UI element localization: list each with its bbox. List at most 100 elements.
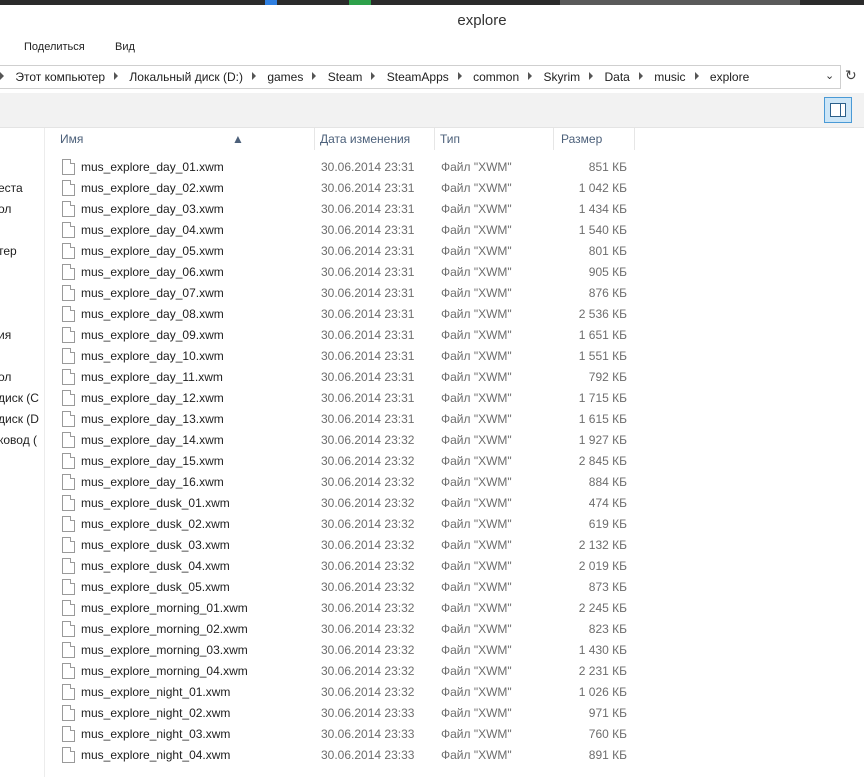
- file-row[interactable]: mus_explore_dusk_05.xwm 30.06.2014 23:32 Ф…: [56, 577, 636, 598]
- chevron-right-icon[interactable]: [312, 72, 317, 80]
- chevron-right-icon[interactable]: [589, 72, 594, 80]
- crumb-explore[interactable]: explore: [710, 70, 749, 84]
- crumb-music[interactable]: music: [654, 70, 685, 84]
- file-row[interactable]: mus_explore_day_12.xwm 30.06.2014 23:31 Фа…: [56, 388, 636, 409]
- nav-item[interactable]: ия: [0, 328, 11, 342]
- column-date[interactable]: Дата изменения: [320, 132, 410, 146]
- nav-item[interactable]: ол: [0, 202, 11, 216]
- file-type: Файл "XWM": [441, 454, 512, 468]
- file-row[interactable]: mus_explore_day_07.xwm 30.06.2014 23:31 Фа…: [56, 283, 636, 304]
- chevron-right-icon[interactable]: [0, 72, 4, 80]
- file-row[interactable]: mus_explore_day_08.xwm 30.06.2014 23:31 Фа…: [56, 304, 636, 325]
- chevron-right-icon[interactable]: [638, 72, 643, 80]
- file-name: mus_explore_day_10.xwm: [81, 349, 224, 363]
- file-name: mus_explore_day_16.xwm: [81, 475, 224, 489]
- refresh-icon[interactable]: ↻: [845, 67, 857, 84]
- file-row[interactable]: mus_explore_day_10.xwm 30.06.2014 23:31 Фа…: [56, 346, 636, 367]
- column-size[interactable]: Размер: [561, 132, 602, 146]
- crumb-skyrim[interactable]: Skyrim: [543, 70, 580, 84]
- column-type[interactable]: Тип: [440, 132, 460, 146]
- file-row[interactable]: mus_explore_day_06.xwm 30.06.2014 23:31 Фа…: [56, 262, 636, 283]
- file-row[interactable]: mus_explore_dusk_01.xwm 30.06.2014 23:32 Ф…: [56, 493, 636, 514]
- file-row[interactable]: mus_explore_day_01.xwm 30.06.2014 23:31 Фа…: [56, 157, 636, 178]
- file-size: 1 715 КБ: [578, 391, 627, 405]
- column-separator[interactable]: [553, 128, 554, 150]
- file-name: mus_explore_morning_02.xwm: [81, 622, 248, 636]
- file-name: mus_explore_day_06.xwm: [81, 265, 224, 279]
- file-row[interactable]: mus_explore_morning_01.xwm 30.06.2014 23:…: [56, 598, 636, 619]
- file-row[interactable]: mus_explore_day_16.xwm 30.06.2014 23:32 Фа…: [56, 472, 636, 493]
- nav-item[interactable]: тер: [0, 244, 17, 258]
- file-row[interactable]: mus_explore_day_14.xwm 30.06.2014 23:32 Фа…: [56, 430, 636, 451]
- crumb-data[interactable]: Data: [605, 70, 630, 84]
- file-row[interactable]: mus_explore_day_11.xwm 30.06.2014 23:31 Фа…: [56, 367, 636, 388]
- file-row[interactable]: mus_explore_dusk_04.xwm 30.06.2014 23:32 Ф…: [56, 556, 636, 577]
- file-icon: [62, 537, 75, 553]
- file-icon: [62, 390, 75, 406]
- file-row[interactable]: mus_explore_day_13.xwm 30.06.2014 23:31 Фа…: [56, 409, 636, 430]
- address-box[interactable]: Этот компьютер Локальный диск (D:) games…: [0, 65, 841, 89]
- crumb-steam[interactable]: Steam: [328, 70, 363, 84]
- file-row[interactable]: mus_explore_morning_03.xwm 30.06.2014 23:…: [56, 640, 636, 661]
- file-row[interactable]: mus_explore_day_05.xwm 30.06.2014 23:31 Фа…: [56, 241, 636, 262]
- file-name: mus_explore_day_04.xwm: [81, 223, 224, 237]
- file-type: Файл "XWM": [441, 160, 512, 174]
- chevron-right-icon[interactable]: [251, 72, 256, 80]
- file-row[interactable]: mus_explore_night_02.xwm 30.06.2014 23:33…: [56, 703, 636, 724]
- file-row[interactable]: mus_explore_night_03.xwm 30.06.2014 23:33…: [56, 724, 636, 745]
- file-name: mus_explore_day_07.xwm: [81, 286, 224, 300]
- crumb-drive-d[interactable]: Локальный диск (D:): [129, 70, 243, 84]
- crumb-this-pc[interactable]: Этот компьютер: [15, 70, 105, 84]
- crumb-games[interactable]: games: [267, 70, 303, 84]
- file-row[interactable]: mus_explore_day_04.xwm 30.06.2014 23:31 Фа…: [56, 220, 636, 241]
- file-row[interactable]: mus_explore_dusk_03.xwm 30.06.2014 23:32 Ф…: [56, 535, 636, 556]
- pane-divider[interactable]: [44, 128, 45, 780]
- file-row[interactable]: mus_explore_day_03.xwm 30.06.2014 23:31 Фа…: [56, 199, 636, 220]
- file-icon: [62, 285, 75, 301]
- file-row[interactable]: mus_explore_day_02.xwm 30.06.2014 23:31 Фа…: [56, 178, 636, 199]
- file-date: 30.06.2014 23:31: [321, 223, 415, 237]
- file-date: 30.06.2014 23:32: [321, 580, 415, 594]
- file-row[interactable]: mus_explore_night_04.xwm 30.06.2014 23:33…: [56, 745, 636, 766]
- file-row[interactable]: mus_explore_day_15.xwm 30.06.2014 23:32 Фа…: [56, 451, 636, 472]
- file-size: 760 КБ: [588, 727, 627, 741]
- file-date: 30.06.2014 23:31: [321, 265, 415, 279]
- crumb-common[interactable]: common: [473, 70, 519, 84]
- file-date: 30.06.2014 23:32: [321, 475, 415, 489]
- nav-item[interactable]: диск (C: [0, 391, 39, 405]
- chevron-right-icon[interactable]: [114, 72, 119, 80]
- column-separator[interactable]: [314, 128, 315, 150]
- file-name: mus_explore_dusk_01.xwm: [81, 496, 230, 510]
- file-size: 971 КБ: [588, 706, 627, 720]
- chevron-right-icon[interactable]: [371, 72, 376, 80]
- nav-item[interactable]: диск (D: [0, 412, 39, 426]
- file-date: 30.06.2014 23:31: [321, 244, 415, 258]
- file-type: Файл "XWM": [441, 286, 512, 300]
- chevron-right-icon[interactable]: [694, 72, 699, 80]
- file-type: Файл "XWM": [441, 223, 512, 237]
- column-separator[interactable]: [634, 128, 635, 150]
- preview-pane-button[interactable]: [824, 97, 852, 123]
- file-row[interactable]: mus_explore_dusk_02.xwm 30.06.2014 23:32 Ф…: [56, 514, 636, 535]
- file-row[interactable]: mus_explore_night_01.xwm 30.06.2014 23:32…: [56, 682, 636, 703]
- nav-item[interactable]: ол: [0, 370, 11, 384]
- file-icon: [62, 663, 75, 679]
- nav-item[interactable]: ковод (: [0, 433, 37, 447]
- chevron-right-icon[interactable]: [457, 72, 462, 80]
- crumb-steamapps[interactable]: SteamApps: [387, 70, 449, 84]
- chevron-down-icon[interactable]: ⌄: [825, 69, 834, 82]
- tab-share[interactable]: Поделиться: [24, 41, 85, 53]
- column-separator[interactable]: [434, 128, 435, 150]
- file-row[interactable]: mus_explore_day_09.xwm 30.06.2014 23:31 Фа…: [56, 325, 636, 346]
- chevron-right-icon[interactable]: [528, 72, 533, 80]
- nav-item[interactable]: еста: [0, 181, 23, 195]
- file-type: Файл "XWM": [441, 538, 512, 552]
- file-row[interactable]: mus_explore_morning_02.xwm 30.06.2014 23:…: [56, 619, 636, 640]
- column-name[interactable]: Имя: [60, 132, 83, 146]
- file-row[interactable]: mus_explore_morning_04.xwm 30.06.2014 23:…: [56, 661, 636, 682]
- file-size: 801 КБ: [588, 244, 627, 258]
- file-icon: [62, 600, 75, 616]
- tab-view[interactable]: Вид: [115, 41, 135, 53]
- file-date: 30.06.2014 23:32: [321, 433, 415, 447]
- file-size: 1 551 КБ: [578, 349, 627, 363]
